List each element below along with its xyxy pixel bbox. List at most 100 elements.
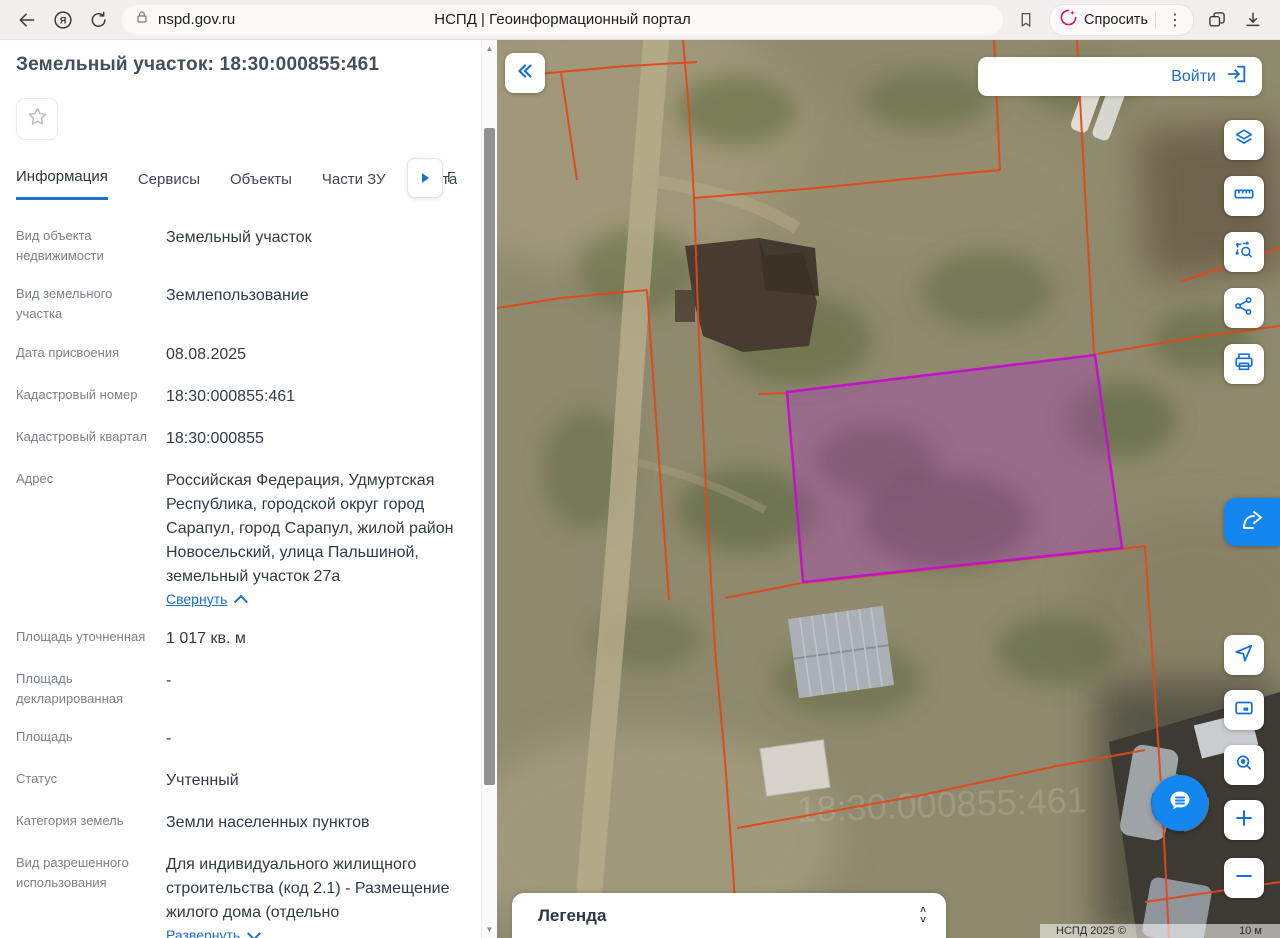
ask-button[interactable]: Спросить ⋮ [1049, 3, 1194, 36]
chat-icon [1165, 786, 1195, 821]
field-row: Площадь - [16, 727, 461, 751]
scrollbar-thumb[interactable] [484, 128, 495, 785]
bookmark-icon[interactable] [1013, 7, 1039, 33]
search-on-map-button[interactable] [1224, 745, 1264, 785]
feedback-pin-icon [1238, 506, 1266, 539]
chevron-icon [247, 926, 262, 938]
field-value: Учтенный [166, 771, 239, 789]
field-row: Площадь декларированная - [16, 669, 461, 709]
field-row: Вид земельного участка Землепользование [16, 284, 461, 324]
zoom-out-button[interactable] [1224, 858, 1264, 898]
field-value: 1 017 кв. м [166, 629, 246, 647]
field-label: Статус [16, 770, 58, 786]
field-value: - [166, 729, 172, 747]
expand-collapse-link[interactable]: Развернуть [166, 926, 262, 938]
field-label: Адрес [16, 470, 54, 486]
zoom-in-button[interactable] [1224, 800, 1264, 840]
reload-icon[interactable] [86, 7, 112, 33]
login-icon [1226, 63, 1248, 90]
feedback-pin-button[interactable] [1224, 498, 1280, 546]
expand-collapse-link[interactable]: Свернуть [166, 591, 249, 609]
zoom-out-icon [1233, 865, 1255, 892]
locate-button[interactable] [1224, 635, 1264, 675]
object-search-button[interactable] [1224, 232, 1264, 272]
field-value: Для индивидуального жилищного строительс… [166, 855, 450, 921]
scroll-down-arrow-icon[interactable]: ▼ [482, 925, 497, 934]
collapse-panel-button[interactable] [505, 53, 545, 93]
field-row: Вид объекта недвижимости Земельный участ… [16, 226, 461, 266]
mini-map-button[interactable] [1224, 690, 1264, 730]
ask-label: Спросить [1084, 11, 1148, 28]
mini-map-icon [1233, 697, 1255, 724]
field-value: 18:30:000855 [166, 429, 264, 447]
legend-label: Легенда [538, 906, 607, 925]
tab-groups-icon[interactable] [1204, 7, 1230, 33]
tab-Сервисы[interactable]: Сервисы [138, 171, 200, 200]
attribution-text: НСПД 2025 © [1056, 925, 1126, 937]
tab-Информация[interactable]: Информация [16, 168, 108, 200]
map-attribution: НСПД 2025 © 10 м [1040, 924, 1280, 938]
field-row: Статус Учтенный [16, 769, 461, 793]
fields-list: Вид объекта недвижимости Земельный участ… [16, 226, 461, 938]
field-row: Кадастровый номер 18:30:000855:461 [16, 385, 461, 409]
field-value: 08.08.2025 [166, 345, 247, 363]
share-icon [1233, 295, 1255, 322]
scale-label: 10 м [1239, 925, 1262, 937]
field-label: Вид земельного участка [16, 286, 113, 322]
field-row: Кадастровый квартал 18:30:000855 [16, 427, 461, 451]
favorite-button[interactable] [16, 98, 58, 140]
field-row: Категория земель Земли населенных пункто… [16, 811, 461, 835]
chat-widget[interactable] [1150, 773, 1210, 833]
address-bar[interactable]: nspd.gov.ru НСПД | Геоинформационный пор… [122, 4, 1003, 35]
ruler-icon [1233, 183, 1255, 210]
field-value: - [166, 671, 172, 689]
layers-icon [1233, 127, 1255, 154]
field-value: 18:30:000855:461 [166, 387, 296, 405]
divider [1155, 10, 1156, 29]
panel-scrollbar[interactable]: ▲ ▼ [481, 40, 497, 938]
back-icon[interactable] [14, 7, 40, 33]
kebab-menu-icon[interactable]: ⋮ [1163, 10, 1187, 30]
spark-icon [1060, 9, 1077, 31]
collapse-panel-icon [514, 60, 536, 87]
field-label: Категория земель [16, 812, 124, 828]
locate-icon [1233, 642, 1255, 669]
login-label: Войти [1171, 67, 1216, 85]
legend-panel[interactable]: Легенда ˄ ˅ [512, 893, 946, 938]
print-icon [1233, 351, 1255, 378]
browser-bar: Я nspd.gov.ru НСПД | Геоинформационный п… [0, 0, 1280, 40]
print-button[interactable] [1224, 344, 1264, 384]
map-canvas[interactable]: 18:30:000855:461 Войти Легенда ˄ ˅ НСПД … [497, 40, 1280, 938]
field-label: Кадастровый квартал [16, 428, 147, 444]
field-label: Площадь [16, 728, 73, 744]
legend-toggle-icon[interactable]: ˄ ˅ [920, 906, 926, 926]
page-title-text: НСПД | Геоинформационный портал [434, 11, 691, 28]
share-button[interactable] [1224, 288, 1264, 328]
tab-Объекты[interactable]: Объекты [230, 171, 292, 200]
login-button[interactable]: Войти [978, 57, 1262, 96]
field-label: Площадь уточненная [16, 628, 146, 644]
field-label: Кадастровый номер [16, 386, 138, 402]
tabs-scroll-right-button[interactable] [407, 158, 443, 198]
url-text: nspd.gov.ru [158, 11, 236, 28]
zoom-in-icon [1233, 807, 1255, 834]
field-label: Вид объекта недвижимости [16, 228, 104, 264]
svg-text:Я: Я [60, 15, 67, 25]
triangle-right-icon [421, 173, 429, 183]
yandex-browser-icon[interactable]: Я [50, 7, 76, 33]
search-on-map-icon [1233, 752, 1255, 779]
tab-Части ЗУ[interactable]: Части ЗУ [322, 171, 386, 200]
chat-button[interactable] [1152, 775, 1208, 831]
object-info-panel: Земельный участок: 18:30:000855:461 Инфо… [0, 40, 497, 938]
scroll-up-arrow-icon[interactable]: ▲ [482, 44, 497, 53]
star-icon [26, 105, 49, 134]
ruler-button[interactable] [1224, 176, 1264, 216]
chevron-icon [234, 594, 249, 609]
field-row: Адрес Российская Федерация, Удмуртская Р… [16, 469, 461, 609]
layers-button[interactable] [1224, 120, 1264, 160]
field-value: Российская Федерация, Удмуртская Республ… [166, 471, 454, 585]
field-value: Землепользование [166, 287, 309, 305]
object-search-icon [1233, 239, 1255, 266]
tab-overflow-fragment[interactable]: Г [447, 169, 455, 186]
download-icon[interactable] [1240, 7, 1266, 33]
